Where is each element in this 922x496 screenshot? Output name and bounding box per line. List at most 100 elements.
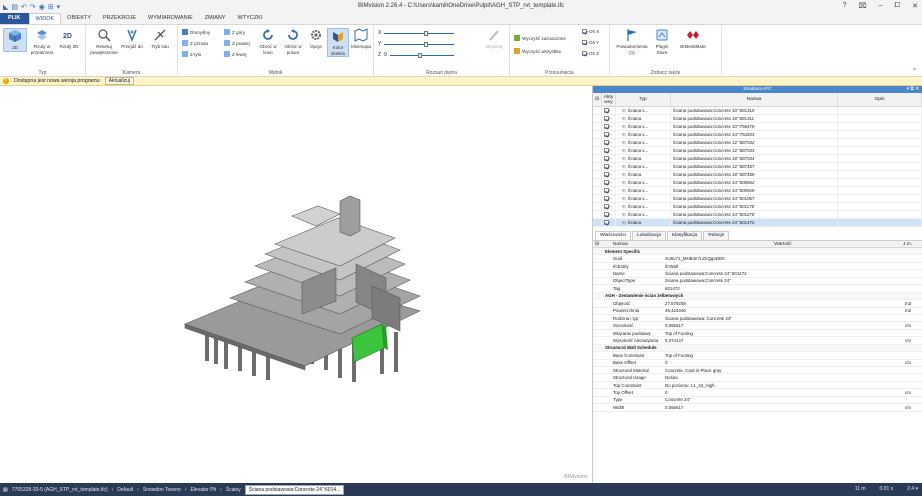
os-y-checkbox[interactable]: Oś Y [582,40,599,45]
slider-x[interactable]: X [378,30,455,36]
rzuty-przestrzeni-button[interactable]: Rzuty w przestrzeni [30,28,54,55]
status-snowdon[interactable]: Snowdon Towers [143,487,181,493]
expand-icon[interactable]: ⊞ [622,116,626,122]
opcje-button[interactable]: Opcje [306,28,326,50]
expand-icon[interactable]: ⊞ [622,212,626,218]
minimize-icon[interactable]: – [879,2,883,10]
expand-icon[interactable]: ⊞ [622,196,626,202]
wyczysc-zaznaczone-button[interactable]: Wyczyść zaznaczone [514,35,566,41]
os-z-checkbox[interactable]: Oś Z [582,51,599,56]
panel-controls[interactable]: ▾ ⧉ ✕ [906,86,919,93]
z-przodu-button[interactable]: Z przodu [182,40,208,46]
property-row[interactable]: Structural Material Concrete, Cast-in-Pla… [593,367,922,375]
visibility-checkbox[interactable] [603,132,609,137]
domyslny-button[interactable]: Domyślny [182,29,210,35]
z-gory-button[interactable]: Z góry [224,29,245,35]
tab-klasyfikacja[interactable]: Klasyfikacja [666,231,703,240]
property-row[interactable]: Top Constraint Do poziomu: L1_43_High [593,382,922,390]
z-lewej-button[interactable]: Z lewej [224,51,247,57]
visibility-checkbox[interactable] [603,180,609,185]
property-category[interactable]: Element Specific [593,248,922,256]
obroc-lewo-button[interactable]: Obróć w lewo [256,28,280,55]
close-icon[interactable]: ✕ [912,2,918,10]
customize-icon[interactable]: ▾ [57,3,61,11]
slider-y-knob[interactable] [424,41,429,47]
tab-zmiany[interactable]: ZMIANY [199,13,232,24]
tab-lokalizacja[interactable]: Lokalizacja [632,231,666,240]
maximize-icon[interactable]: ⧠ [895,2,901,10]
col-type[interactable]: Typ [616,92,671,107]
przejdz-button[interactable]: Przejdź do [120,28,144,50]
property-row[interactable]: Base Offset 0 cm [593,360,922,367]
powiadomienia-button[interactable]: Powiadomienia (1) [614,28,650,55]
ribbon-display-icon[interactable]: ⌧ [859,2,867,10]
building-model[interactable] [0,86,592,483]
grid-icon[interactable]: ⊞ [48,3,54,11]
slider-y[interactable]: Y [378,41,455,47]
expand-icon[interactable]: ⊞ [622,172,626,178]
3d-viewport[interactable]: BIMvision [0,86,592,483]
obroc-prawo-button[interactable]: Obróć w prawo [281,28,305,55]
expand-icon[interactable]: ⊞ [622,108,626,114]
property-row[interactable]: Wiązanie podstawy Top of Footing [593,330,922,338]
slider-z[interactable]: Z0 [378,52,454,58]
collapse-ribbon-icon[interactable]: ^ [913,68,916,74]
property-row[interactable]: Szerokość 0,065617 cm [593,322,922,330]
expand-icon[interactable]: ⊞ [622,220,626,226]
z-prawej-button[interactable]: Z prawej [224,40,250,46]
collapse-props-icon[interactable]: ⊟ [593,242,601,247]
property-category[interactable]: AGH - Zestawienie ścian żelbetowych [593,292,922,301]
wyzeruj-button[interactable]: Wyzeruj [482,28,506,50]
visibility-checkbox[interactable] [603,212,609,217]
visibility-checkbox[interactable] [603,124,609,129]
select-icon[interactable]: ◉ [39,3,45,11]
visibility-checkbox[interactable] [603,196,609,201]
visibility-checkbox[interactable] [603,148,609,153]
status-elevator[interactable]: Elevator Pit [190,487,216,493]
view-3d-button[interactable]: 3D [3,28,27,52]
resetuj-button[interactable]: Resetuj powiększenie [90,28,118,55]
expand-icon[interactable]: ⊟ [593,92,602,107]
property-row[interactable]: Powierzchnia 45,424346 m2 [593,308,922,315]
slider-z-knob[interactable] [417,52,422,58]
os-x-checkbox[interactable]: Oś X [582,29,599,34]
expand-icon[interactable]: ⊞ [622,140,626,146]
visibility-checkbox[interactable] [603,108,609,113]
property-row[interactable]: Structural Usage Nośna [593,374,922,382]
property-row[interactable]: Width 0,065617 cm [593,404,922,412]
z-tylu-button[interactable]: Z tyłu [182,51,201,57]
tab-przekroje[interactable]: PRZEKROJE [97,13,142,24]
expand-icon[interactable]: ⊞ [622,180,626,186]
property-row[interactable]: ObjectType Ściana podstawowa:Concrete 24" [593,278,922,286]
property-row[interactable]: IfcEntity IfcWall [593,263,922,271]
expand-icon[interactable]: ⊞ [622,164,626,170]
expand-icon[interactable]: ⊞ [622,188,626,194]
expand-icon[interactable]: ⊞ [622,132,626,138]
status-sciany[interactable]: Ściany [226,487,241,493]
visibility-checkbox[interactable] [603,172,609,177]
expand-icon[interactable]: ⊞ [622,148,626,154]
visibility-checkbox[interactable] [603,204,609,209]
visibility-checkbox[interactable] [603,156,609,161]
tab-widok[interactable]: WIDOK [28,13,62,24]
open-icon[interactable]: ▤ [11,3,18,11]
visibility-checkbox[interactable] [603,220,609,225]
col-active[interactable]: Akty wny [602,92,616,107]
tab-wymiarowanie[interactable]: WYMIAROWANIE [142,13,199,24]
tab-wtyczki[interactable]: WTYCZKI [232,13,269,24]
property-row[interactable]: Rodzina i typ Ściana podstawowa: Concrete… [593,315,922,323]
property-row[interactable]: Name Ściana podstawowa:Concrete 24":60147… [593,270,922,278]
expand-icon[interactable]: ⊞ [622,204,626,210]
visibility-checkbox[interactable] [603,140,609,145]
tryb-lotu-button[interactable]: Tryb lotu [148,28,172,50]
expand-icon[interactable]: ⊞ [622,124,626,130]
expand-icon[interactable]: ⊞ [622,156,626,162]
property-row[interactable]: Base Constraint Top of Footing [593,352,922,360]
col-name[interactable]: Nazwa [671,92,839,107]
visibility-checkbox[interactable] [603,164,609,169]
status-version[interactable]: 2.4 ▾ [907,486,918,492]
property-row[interactable]: Guid 3U6u71_MHB4e7LZnQgeDBX [593,255,922,263]
rzuty-2d-button[interactable]: 2D Rzuty 2D [57,28,81,50]
tab-obiekty[interactable]: OBIEKTY [61,13,97,24]
kolor-obiektu-button[interactable]: Kolor obiektu [327,28,349,57]
